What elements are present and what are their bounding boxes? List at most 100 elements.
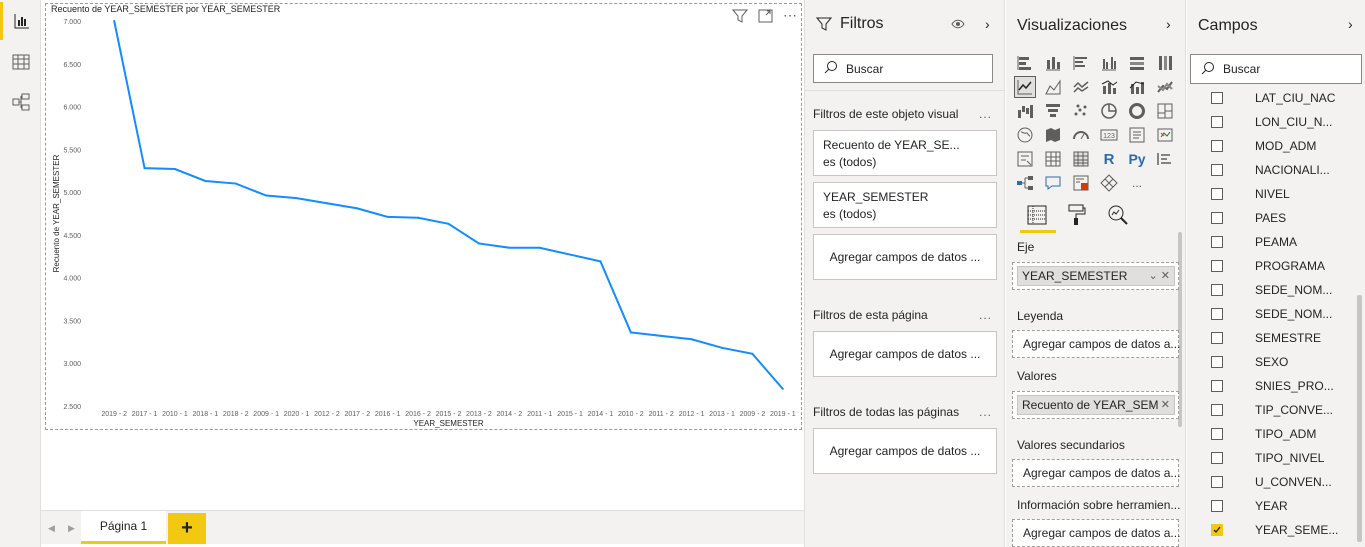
field-checkbox[interactable] [1211, 500, 1223, 512]
fields-search-input[interactable]: Buscar [1190, 54, 1362, 84]
field-checkbox[interactable] [1211, 524, 1223, 536]
key-influencers-icon[interactable] [1154, 148, 1176, 170]
field-row[interactable]: SEDE_NOM... [1211, 278, 1347, 302]
values-field-pill[interactable]: Recuento de YEAR_SEM ⌄ ✕ [1017, 395, 1175, 415]
field-row[interactable]: PEAMA [1211, 230, 1347, 254]
add-page-button[interactable]: + [168, 513, 206, 544]
field-checkbox[interactable] [1211, 404, 1223, 416]
field-row[interactable]: SEXO [1211, 350, 1347, 374]
filter-card-recuento[interactable]: Recuento de YEAR_SE... es (todos) [813, 130, 997, 176]
field-checkbox[interactable] [1211, 116, 1223, 128]
field-row[interactable]: PAES [1211, 206, 1347, 230]
table-icon[interactable] [1042, 148, 1064, 170]
filter-card-year-semester[interactable]: YEAR_SEMESTER es (todos) [813, 182, 997, 228]
secondary-values-well[interactable]: Agregar campos de datos a... [1012, 459, 1180, 487]
waterfall-icon[interactable] [1014, 100, 1036, 122]
scatter-chart-icon[interactable] [1070, 100, 1092, 122]
stacked-area-icon[interactable] [1070, 76, 1092, 98]
eye-icon[interactable] [951, 17, 965, 35]
data-view-icon[interactable] [0, 43, 41, 81]
card-icon[interactable]: 123 [1098, 124, 1120, 146]
line-clustered-column-icon[interactable] [1098, 76, 1120, 98]
field-checkbox[interactable] [1211, 476, 1223, 488]
legend-well[interactable]: Agregar campos de datos a... [1012, 330, 1180, 358]
slicer-icon[interactable] [1014, 148, 1036, 170]
ribbon-chart-icon[interactable] [1154, 76, 1176, 98]
field-checkbox[interactable] [1211, 212, 1223, 224]
field-checkbox[interactable] [1211, 428, 1223, 440]
filled-map-icon[interactable] [1042, 124, 1064, 146]
prev-page-icon[interactable]: ◀ [48, 523, 55, 534]
format-paint-roller-icon[interactable] [1067, 204, 1087, 231]
stacked-column-icon[interactable] [1042, 52, 1064, 74]
field-row[interactable]: SNIES_PRO... [1211, 374, 1347, 398]
field-checkbox[interactable] [1211, 284, 1223, 296]
pill-controls[interactable]: ⌄ ✕ [1149, 269, 1171, 282]
gauge-icon[interactable] [1070, 124, 1092, 146]
field-row[interactable]: SEDE_NOM... [1211, 302, 1347, 326]
100-stacked-bar-icon[interactable] [1126, 52, 1148, 74]
field-row[interactable]: YEAR_SEME... [1211, 518, 1347, 542]
fields-tab-icon[interactable] [1027, 205, 1047, 230]
decomposition-tree-icon[interactable] [1014, 172, 1036, 194]
field-row[interactable]: U_CONVEN... [1211, 470, 1347, 494]
field-checkbox[interactable] [1211, 356, 1223, 368]
next-page-icon[interactable]: ▶ [68, 523, 75, 534]
collapse-filters-icon[interactable]: › [985, 16, 990, 32]
report-view-icon[interactable] [0, 2, 41, 40]
field-checkbox[interactable] [1211, 236, 1223, 248]
clustered-bar-icon[interactable] [1070, 52, 1092, 74]
clustered-column-icon[interactable] [1098, 52, 1120, 74]
r-visual-icon[interactable]: R [1098, 148, 1120, 170]
smart-narrative-icon[interactable] [1070, 172, 1092, 194]
field-row[interactable]: NACIONALI... [1211, 158, 1347, 182]
model-view-icon[interactable] [0, 83, 41, 121]
section-more-icon[interactable]: ... [979, 107, 992, 121]
section-more-icon[interactable]: ... [979, 308, 992, 322]
tab-pagina-1[interactable]: Página 1 [81, 511, 166, 544]
field-row[interactable]: NIVEL [1211, 182, 1347, 206]
values-well[interactable]: Recuento de YEAR_SEM ⌄ ✕ [1012, 391, 1179, 419]
matrix-icon[interactable] [1070, 148, 1092, 170]
stacked-bar-icon[interactable] [1014, 52, 1036, 74]
fields-scrollbar[interactable] [1357, 295, 1362, 542]
more-visuals-icon[interactable]: ... [1126, 172, 1148, 194]
field-checkbox[interactable] [1211, 140, 1223, 152]
field-row[interactable]: SEMESTRE [1211, 326, 1347, 350]
field-checkbox[interactable] [1211, 308, 1223, 320]
add-data-fields-visual[interactable]: Agregar campos de datos ... [813, 234, 997, 280]
pie-chart-icon[interactable] [1098, 100, 1120, 122]
field-row[interactable]: LAT_CIU_NAC [1211, 92, 1347, 110]
power-apps-icon[interactable] [1098, 172, 1120, 194]
field-row[interactable]: PROGRAMA [1211, 254, 1347, 278]
field-row[interactable]: LON_CIU_N... [1211, 110, 1347, 134]
field-row[interactable]: TIPO_ADM [1211, 422, 1347, 446]
field-checkbox[interactable] [1211, 164, 1223, 176]
map-icon[interactable] [1014, 124, 1036, 146]
python-visual-icon[interactable]: Py [1126, 148, 1148, 170]
field-row[interactable]: YEAR [1211, 494, 1347, 518]
line-chart-visual[interactable]: Recuento de YEAR_SEMESTER por YEAR_SEMES… [45, 3, 802, 430]
add-data-fields-all[interactable]: Agregar campos de datos ... [813, 428, 997, 474]
100-stacked-column-icon[interactable] [1154, 52, 1176, 74]
axis-well[interactable]: YEAR_SEMESTER ⌄ ✕ [1012, 262, 1179, 290]
axis-field-pill[interactable]: YEAR_SEMESTER ⌄ ✕ [1017, 266, 1175, 286]
field-checkbox[interactable] [1211, 452, 1223, 464]
field-row[interactable]: TIP_CONVE... [1211, 398, 1347, 422]
analytics-magnifier-icon[interactable] [1107, 204, 1129, 231]
collapse-fields-icon[interactable]: › [1348, 16, 1353, 32]
funnel-icon[interactable] [1042, 100, 1064, 122]
tooltips-well[interactable]: Agregar campos de datos a... [1012, 519, 1180, 547]
donut-chart-icon[interactable] [1126, 100, 1148, 122]
field-checkbox[interactable] [1211, 92, 1223, 104]
field-checkbox[interactable] [1211, 260, 1223, 272]
line-chart-icon[interactable] [1014, 76, 1036, 98]
multi-row-card-icon[interactable] [1126, 124, 1148, 146]
field-row[interactable]: MOD_ADM [1211, 134, 1347, 158]
line-stacked-column-icon[interactable] [1126, 76, 1148, 98]
add-data-fields-page[interactable]: Agregar campos de datos ... [813, 331, 997, 377]
treemap-icon[interactable] [1154, 100, 1176, 122]
field-checkbox[interactable] [1211, 332, 1223, 344]
field-row[interactable]: TIPO_NIVEL [1211, 446, 1347, 470]
filters-search-input[interactable]: Buscar [813, 54, 993, 83]
